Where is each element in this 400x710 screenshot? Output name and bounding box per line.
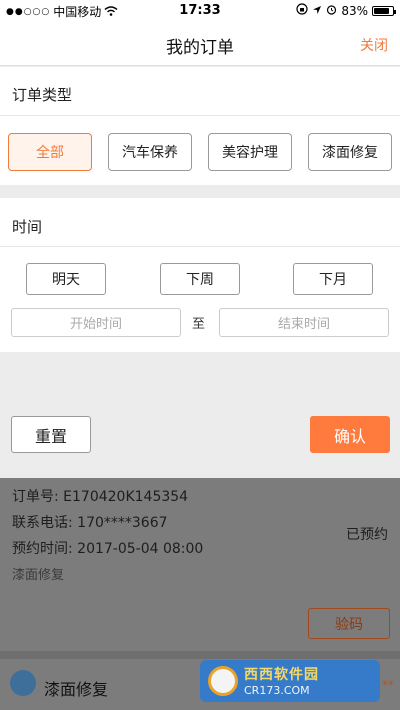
lock-rotation-icon bbox=[296, 3, 308, 18]
order-phone: 联系电话: 170****3667 bbox=[12, 512, 168, 532]
alarm-icon bbox=[326, 4, 337, 18]
phone-label: 联系电话: bbox=[12, 515, 73, 531]
close-button[interactable]: 关闭 bbox=[360, 35, 388, 55]
type-beauty-button[interactable]: 美容护理 bbox=[208, 133, 292, 171]
watermark-logo: 西西软件园 CR173.COM bbox=[200, 660, 380, 702]
status-bar: ●●○○○ 中国移动 17:33 83% bbox=[0, 0, 400, 22]
page-title: 我的订单 bbox=[166, 38, 234, 58]
start-date-input[interactable]: 开始时间 bbox=[11, 308, 181, 337]
battery-fill bbox=[374, 7, 389, 14]
watermark-url: CR173.COM bbox=[244, 684, 310, 697]
range-separator: 至 bbox=[192, 317, 206, 332]
verify-button[interactable]: 验码 bbox=[308, 608, 390, 639]
watermark-stars: ** bbox=[382, 678, 394, 692]
battery-icon bbox=[372, 5, 396, 16]
divider bbox=[0, 651, 400, 659]
next-order-title: 漆面修复 bbox=[44, 680, 109, 699]
watermark-text: 西西软件园 CR173.COM bbox=[244, 664, 319, 698]
type-maintenance-button[interactable]: 汽车保养 bbox=[108, 133, 192, 171]
tomorrow-button[interactable]: 明天 bbox=[26, 263, 106, 295]
type-all-button[interactable]: 全部 bbox=[8, 133, 92, 171]
order-number: 订单号: E170420K145354 bbox=[12, 486, 188, 506]
battery-percent: 83% bbox=[341, 3, 368, 18]
appointment-value: 2017-05-04 08:00 bbox=[77, 541, 204, 557]
nav-bar: 我的订单 关闭 bbox=[0, 22, 400, 66]
order-type-title: 订单类型 bbox=[12, 86, 73, 104]
location-icon bbox=[312, 4, 322, 18]
status-right: 83% bbox=[296, 3, 396, 18]
type-paint-button[interactable]: 漆面修复 bbox=[308, 133, 392, 171]
order-appointment: 预约时间: 2017-05-04 08:00 bbox=[12, 538, 203, 558]
next-week-button[interactable]: 下周 bbox=[160, 263, 240, 295]
order-number-label: 订单号: bbox=[12, 489, 59, 505]
end-date-input[interactable]: 结束时间 bbox=[219, 308, 389, 337]
order-service: 漆面修复 bbox=[12, 568, 65, 583]
next-month-button[interactable]: 下月 bbox=[293, 263, 373, 295]
divider bbox=[0, 246, 400, 247]
watermark-name: 西西软件园 bbox=[244, 667, 319, 683]
order-number-value: E170420K145354 bbox=[63, 489, 189, 505]
service-icon bbox=[10, 670, 36, 696]
reset-button[interactable]: 重置 bbox=[11, 416, 91, 453]
confirm-button[interactable]: 确认 bbox=[310, 416, 390, 453]
watermark-icon bbox=[208, 666, 238, 696]
time-title: 时间 bbox=[12, 218, 43, 236]
divider bbox=[0, 115, 400, 116]
appointment-label: 预约时间: bbox=[12, 541, 73, 557]
phone-value: 170****3667 bbox=[77, 515, 168, 531]
status-badge: 已预约 bbox=[346, 527, 388, 543]
